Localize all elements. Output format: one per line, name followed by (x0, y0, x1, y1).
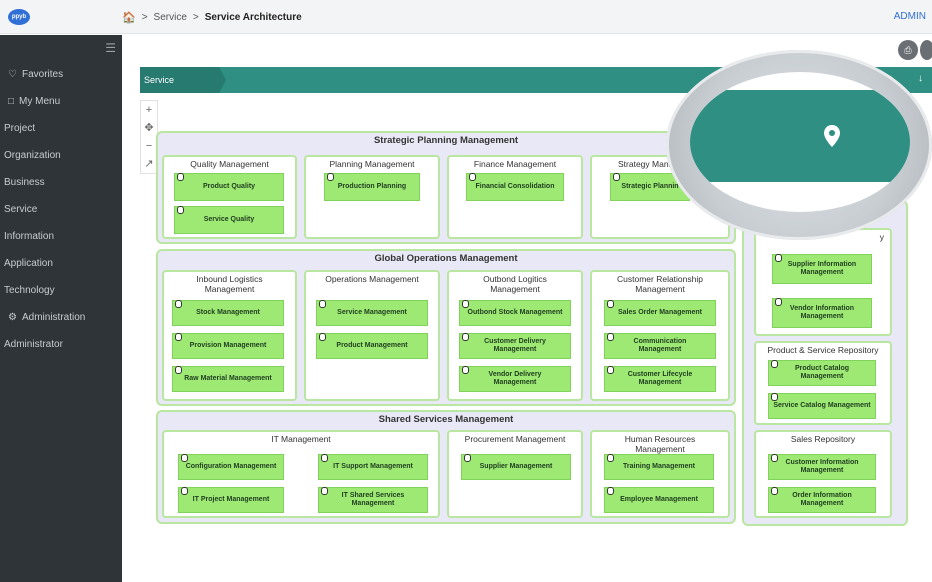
chevron-right-icon: > (141, 12, 148, 23)
sidebar-item-administrator[interactable]: Administrator (4, 339, 63, 350)
app-sales-order-management[interactable]: Sales Order Management (604, 300, 716, 326)
database-icon (771, 454, 778, 462)
sidebar-item-application[interactable]: Application (4, 258, 53, 269)
database-icon (775, 298, 782, 306)
app-configuration-management[interactable]: Configuration Management (178, 454, 284, 480)
app-customer-delivery-management[interactable]: Customer Delivery Management (459, 333, 571, 359)
sidebar-item-favorites[interactable]: ♡ Favorites (8, 69, 63, 80)
database-icon (771, 393, 778, 401)
magnified-title-bar (690, 90, 910, 182)
app-supplier-information-management[interactable]: Supplier Information Management (772, 254, 872, 284)
app-service-catalog-management[interactable]: Service Catalog Management (768, 393, 876, 419)
sidebar-item-information[interactable]: Information (4, 231, 54, 242)
zoom-in-icon[interactable]: + (141, 101, 157, 119)
app-product-catalog-management[interactable]: Product Catalog Management (768, 360, 876, 386)
app-provision-management[interactable]: Provision Management (172, 333, 284, 359)
app-service-quality[interactable]: Service Quality (174, 206, 284, 234)
heart-icon: ♡ (8, 69, 17, 80)
database-icon (319, 300, 326, 308)
page-title: Service Architecture (140, 67, 226, 93)
app-it-shared-services-management[interactable]: IT Shared Services Management (318, 487, 428, 513)
database-icon (462, 333, 469, 341)
home-icon[interactable]: 🏠 (122, 11, 136, 24)
database-icon (771, 487, 778, 495)
database-icon (319, 333, 326, 341)
app-it-project-management[interactable]: IT Project Management (178, 487, 284, 513)
app-customer-information-management[interactable]: Customer Information Management (768, 454, 876, 480)
app-stock-management[interactable]: Stock Management (172, 300, 284, 326)
database-icon (607, 454, 614, 462)
expand-icon[interactable]: ↗ (141, 155, 157, 173)
database-icon (775, 254, 782, 262)
database-icon (175, 333, 182, 341)
location-pin-icon (824, 125, 840, 147)
breadcrumb: 🏠 > Service > Service Architecture (122, 11, 302, 24)
chevron-right-icon: > (192, 12, 199, 23)
sidebar-item-project[interactable]: Project (4, 123, 35, 134)
database-icon (177, 173, 184, 181)
fit-icon[interactable]: ✥ (141, 119, 157, 137)
app-logo[interactable]: ppyb (8, 9, 30, 25)
sidebar-item-organization[interactable]: Organization (4, 150, 61, 161)
database-icon (175, 366, 182, 374)
database-icon (321, 454, 328, 462)
database-icon (327, 173, 334, 181)
gears-icon: ⚙ (8, 312, 17, 323)
database-icon (181, 454, 188, 462)
sidebar-item-service[interactable]: Service (4, 204, 37, 215)
app-employee-management[interactable]: Employee Management (604, 487, 714, 513)
group-title: Shared Services Management (378, 414, 514, 425)
sidebar-item-business[interactable]: Business (4, 177, 45, 188)
download-icon[interactable]: ↓ (918, 73, 923, 84)
more-icon[interactable] (920, 40, 932, 60)
database-icon (464, 454, 471, 462)
database-icon (462, 366, 469, 374)
sidebar-item-administration[interactable]: ⚙ Administration (8, 312, 85, 323)
app-vendor-information-management[interactable]: Vendor Information Management (772, 298, 872, 328)
database-icon (607, 300, 614, 308)
database-icon (177, 206, 184, 214)
sidebar-item-my-menu[interactable]: □ My Menu (8, 96, 60, 107)
app-product-management[interactable]: Product Management (316, 333, 428, 359)
group-title: Strategic Planning Management (373, 135, 519, 146)
database-icon (175, 300, 182, 308)
database-icon (607, 487, 614, 495)
group-title: Global Operations Management (374, 253, 518, 264)
hamburger-icon[interactable]: ☰ (105, 41, 116, 55)
database-icon (607, 333, 614, 341)
database-icon (181, 487, 188, 495)
app-supplier-management[interactable]: Supplier Management (461, 454, 571, 480)
app-customer-lifecycle-management[interactable]: Customer Lifecycle Management (604, 366, 716, 392)
database-icon (607, 366, 614, 374)
app-production-planning[interactable]: Production Planning (324, 173, 420, 201)
app-communication-management[interactable]: Communication Management (604, 333, 716, 359)
app-vendor-delivery-management[interactable]: Vendor Delivery Management (459, 366, 571, 392)
sidebar: ☰ ♡ Favorites □ My Menu Project Organizati… (0, 35, 122, 582)
app-it-support-management[interactable]: IT Support Management (318, 454, 428, 480)
app-raw-material-management[interactable]: Raw Material Management (172, 366, 284, 392)
user-menu[interactable]: ADMIN (894, 11, 926, 22)
print-icon[interactable]: ⎙ (898, 40, 918, 60)
database-icon (462, 300, 469, 308)
breadcrumb-service[interactable]: Service (154, 12, 187, 23)
bookmark-icon: □ (8, 96, 15, 107)
zoom-out-icon[interactable]: − (141, 137, 157, 155)
app-training-management[interactable]: Training Management (604, 454, 714, 480)
app-order-information-management[interactable]: Order Information Management (768, 487, 876, 513)
app-outbond-stock-management[interactable]: Outbond Stock Management (459, 300, 571, 326)
top-bar: ppyb 🏠 > Service > Service Architecture … (0, 0, 932, 34)
magnifier-view (690, 72, 910, 212)
database-icon (613, 173, 620, 181)
app-product-quality[interactable]: Product Quality (174, 173, 284, 201)
sidebar-item-technology[interactable]: Technology (4, 285, 55, 296)
breadcrumb-current: Service Architecture (204, 12, 302, 23)
database-icon (321, 487, 328, 495)
app-financial-consolidation[interactable]: Financial Consolidation (466, 173, 564, 201)
app-service-management[interactable]: Service Management (316, 300, 428, 326)
database-icon (469, 173, 476, 181)
database-icon (771, 360, 778, 368)
